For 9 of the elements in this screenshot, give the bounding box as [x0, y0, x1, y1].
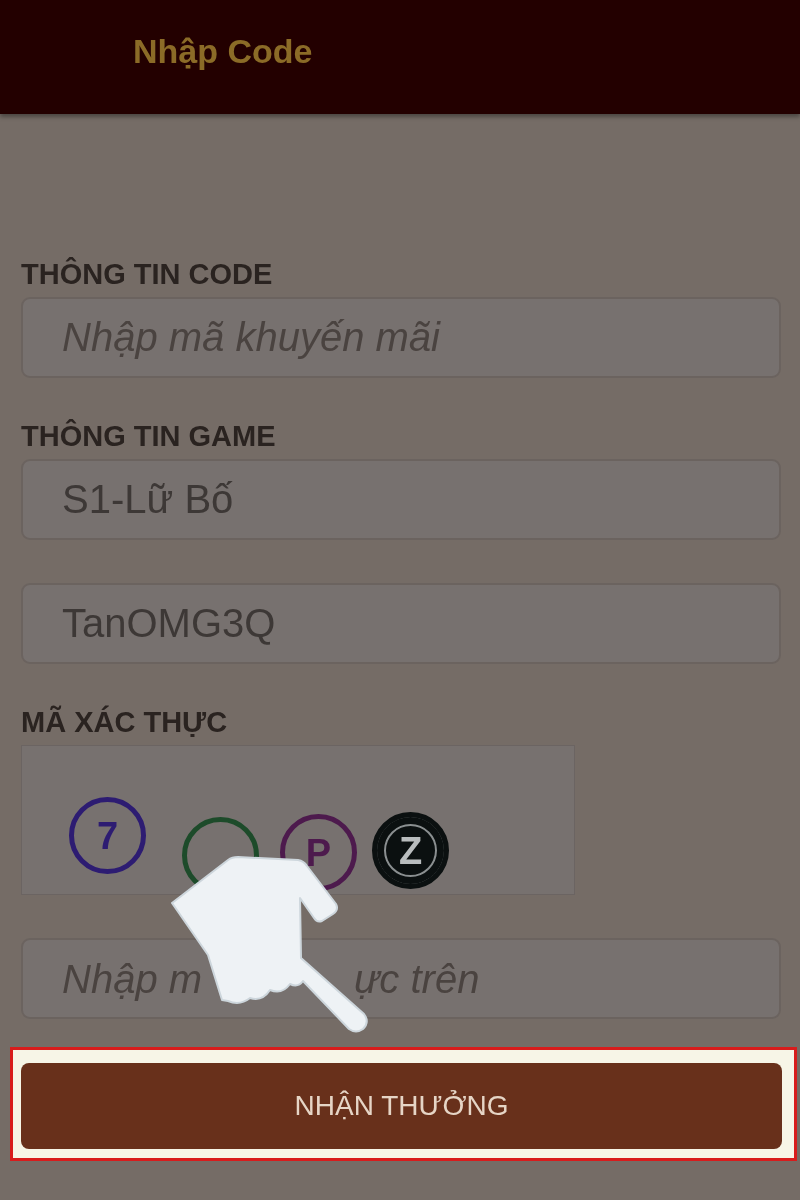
- claim-reward-button[interactable]: NHẬN THƯỞNG: [21, 1063, 782, 1149]
- text-field[interactable]: TanOMG3Q: [21, 583, 781, 664]
- text-field[interactable]: S1-Lữ Bố: [21, 459, 781, 540]
- page-title: Nhập Code: [133, 31, 313, 71]
- section-label: MÃ XÁC THỰC: [21, 706, 228, 738]
- captcha-character: 7: [69, 797, 146, 874]
- section-label: THÔNG TIN GAME: [21, 420, 276, 452]
- captcha-character: Z: [372, 812, 449, 889]
- section-label: THÔNG TIN CODE: [21, 258, 273, 290]
